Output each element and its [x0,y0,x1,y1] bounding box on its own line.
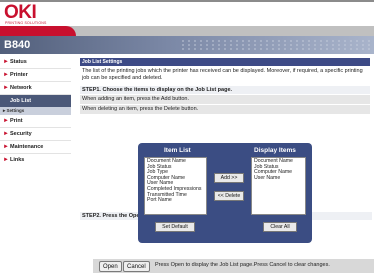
header-band [0,26,374,36]
add-button[interactable]: Add >> [214,173,244,183]
footer-message: Press Open to display the Job List page.… [155,262,330,268]
job-list-panel: Item List Display Items Document Name Jo… [138,143,312,243]
model-name: B840 [4,39,31,51]
arrow-right-icon: ► [3,59,9,65]
top-border [0,0,374,2]
brand-tagline: PRINTING SOLUTIONS [5,21,47,25]
open-button[interactable]: Open [99,261,122,272]
bottom-action-bar: Open Cancel Press Open to display the Jo… [93,259,374,273]
sidebar-item-links[interactable]: ► Links [0,154,71,166]
display-items-title: Display Items [254,147,296,154]
delete-button[interactable]: << Delete [214,191,244,201]
sidebar-item-label: Print [10,118,23,124]
set-default-button[interactable]: Set Default [155,222,195,232]
sidebar: ► Status ► Printer ► Network Job List ►S… [0,56,71,275]
note-add: When adding an item, press the Add butto… [80,95,370,104]
item-list-box[interactable]: Document Name Job Status Job Type Comput… [144,157,207,215]
sidebar-item-label: Printer [10,72,28,78]
sidebar-item-printer[interactable]: ► Printer [0,69,71,82]
brand-wordmark: OKI [4,2,37,23]
description-text: The list of the printing jobs which the … [82,68,363,81]
cancel-button[interactable]: Cancel [123,261,150,272]
sidebar-item-label: Job List [10,98,32,104]
list-item[interactable]: Port Name [147,198,204,204]
sidebar-item-print[interactable]: ► Print [0,115,71,128]
arrow-right-icon: ► [3,131,9,137]
step1-heading: STEP1. Choose the items to display on th… [80,86,370,94]
dot-pattern [180,39,370,51]
display-items-box[interactable]: Document Name Job Status Computer Name U… [251,157,306,215]
arrow-right-icon: ► [3,157,9,163]
note-delete: When deleting an item, press the Delete … [80,105,370,114]
header-red-accent [0,26,76,36]
sidebar-item-label: Network [10,85,32,91]
section-title: Job List Settings [80,58,370,66]
oki-logo: OKI PRINTING SOLUTIONS [4,2,46,25]
sidebar-item-security[interactable]: ► Security [0,128,71,141]
clear-all-button[interactable]: Clear All [263,222,297,232]
sidebar-item-label: Maintenance [10,144,44,150]
arrow-right-icon: ► [3,85,9,91]
arrow-right-icon: ► [3,72,9,78]
sidebar-item-label: Links [10,157,25,163]
sidebar-item-job-list[interactable]: Job List [0,95,71,107]
sidebar-item-label: Status [10,59,27,65]
sidebar-item-network[interactable]: ► Network [0,82,71,95]
list-item[interactable]: User Name [254,175,303,182]
sidebar-item-status[interactable]: ► Status [0,56,71,69]
sidebar-item-maintenance[interactable]: ► Maintenance [0,141,71,154]
arrow-right-icon: ► [3,144,9,150]
item-list-title: Item List [164,147,191,154]
arrow-right-icon: ► [3,118,9,124]
model-bar: B840 [0,36,374,54]
sidebar-settings-header: ►Settings [0,107,71,115]
sidebar-item-label: Security [10,131,32,137]
